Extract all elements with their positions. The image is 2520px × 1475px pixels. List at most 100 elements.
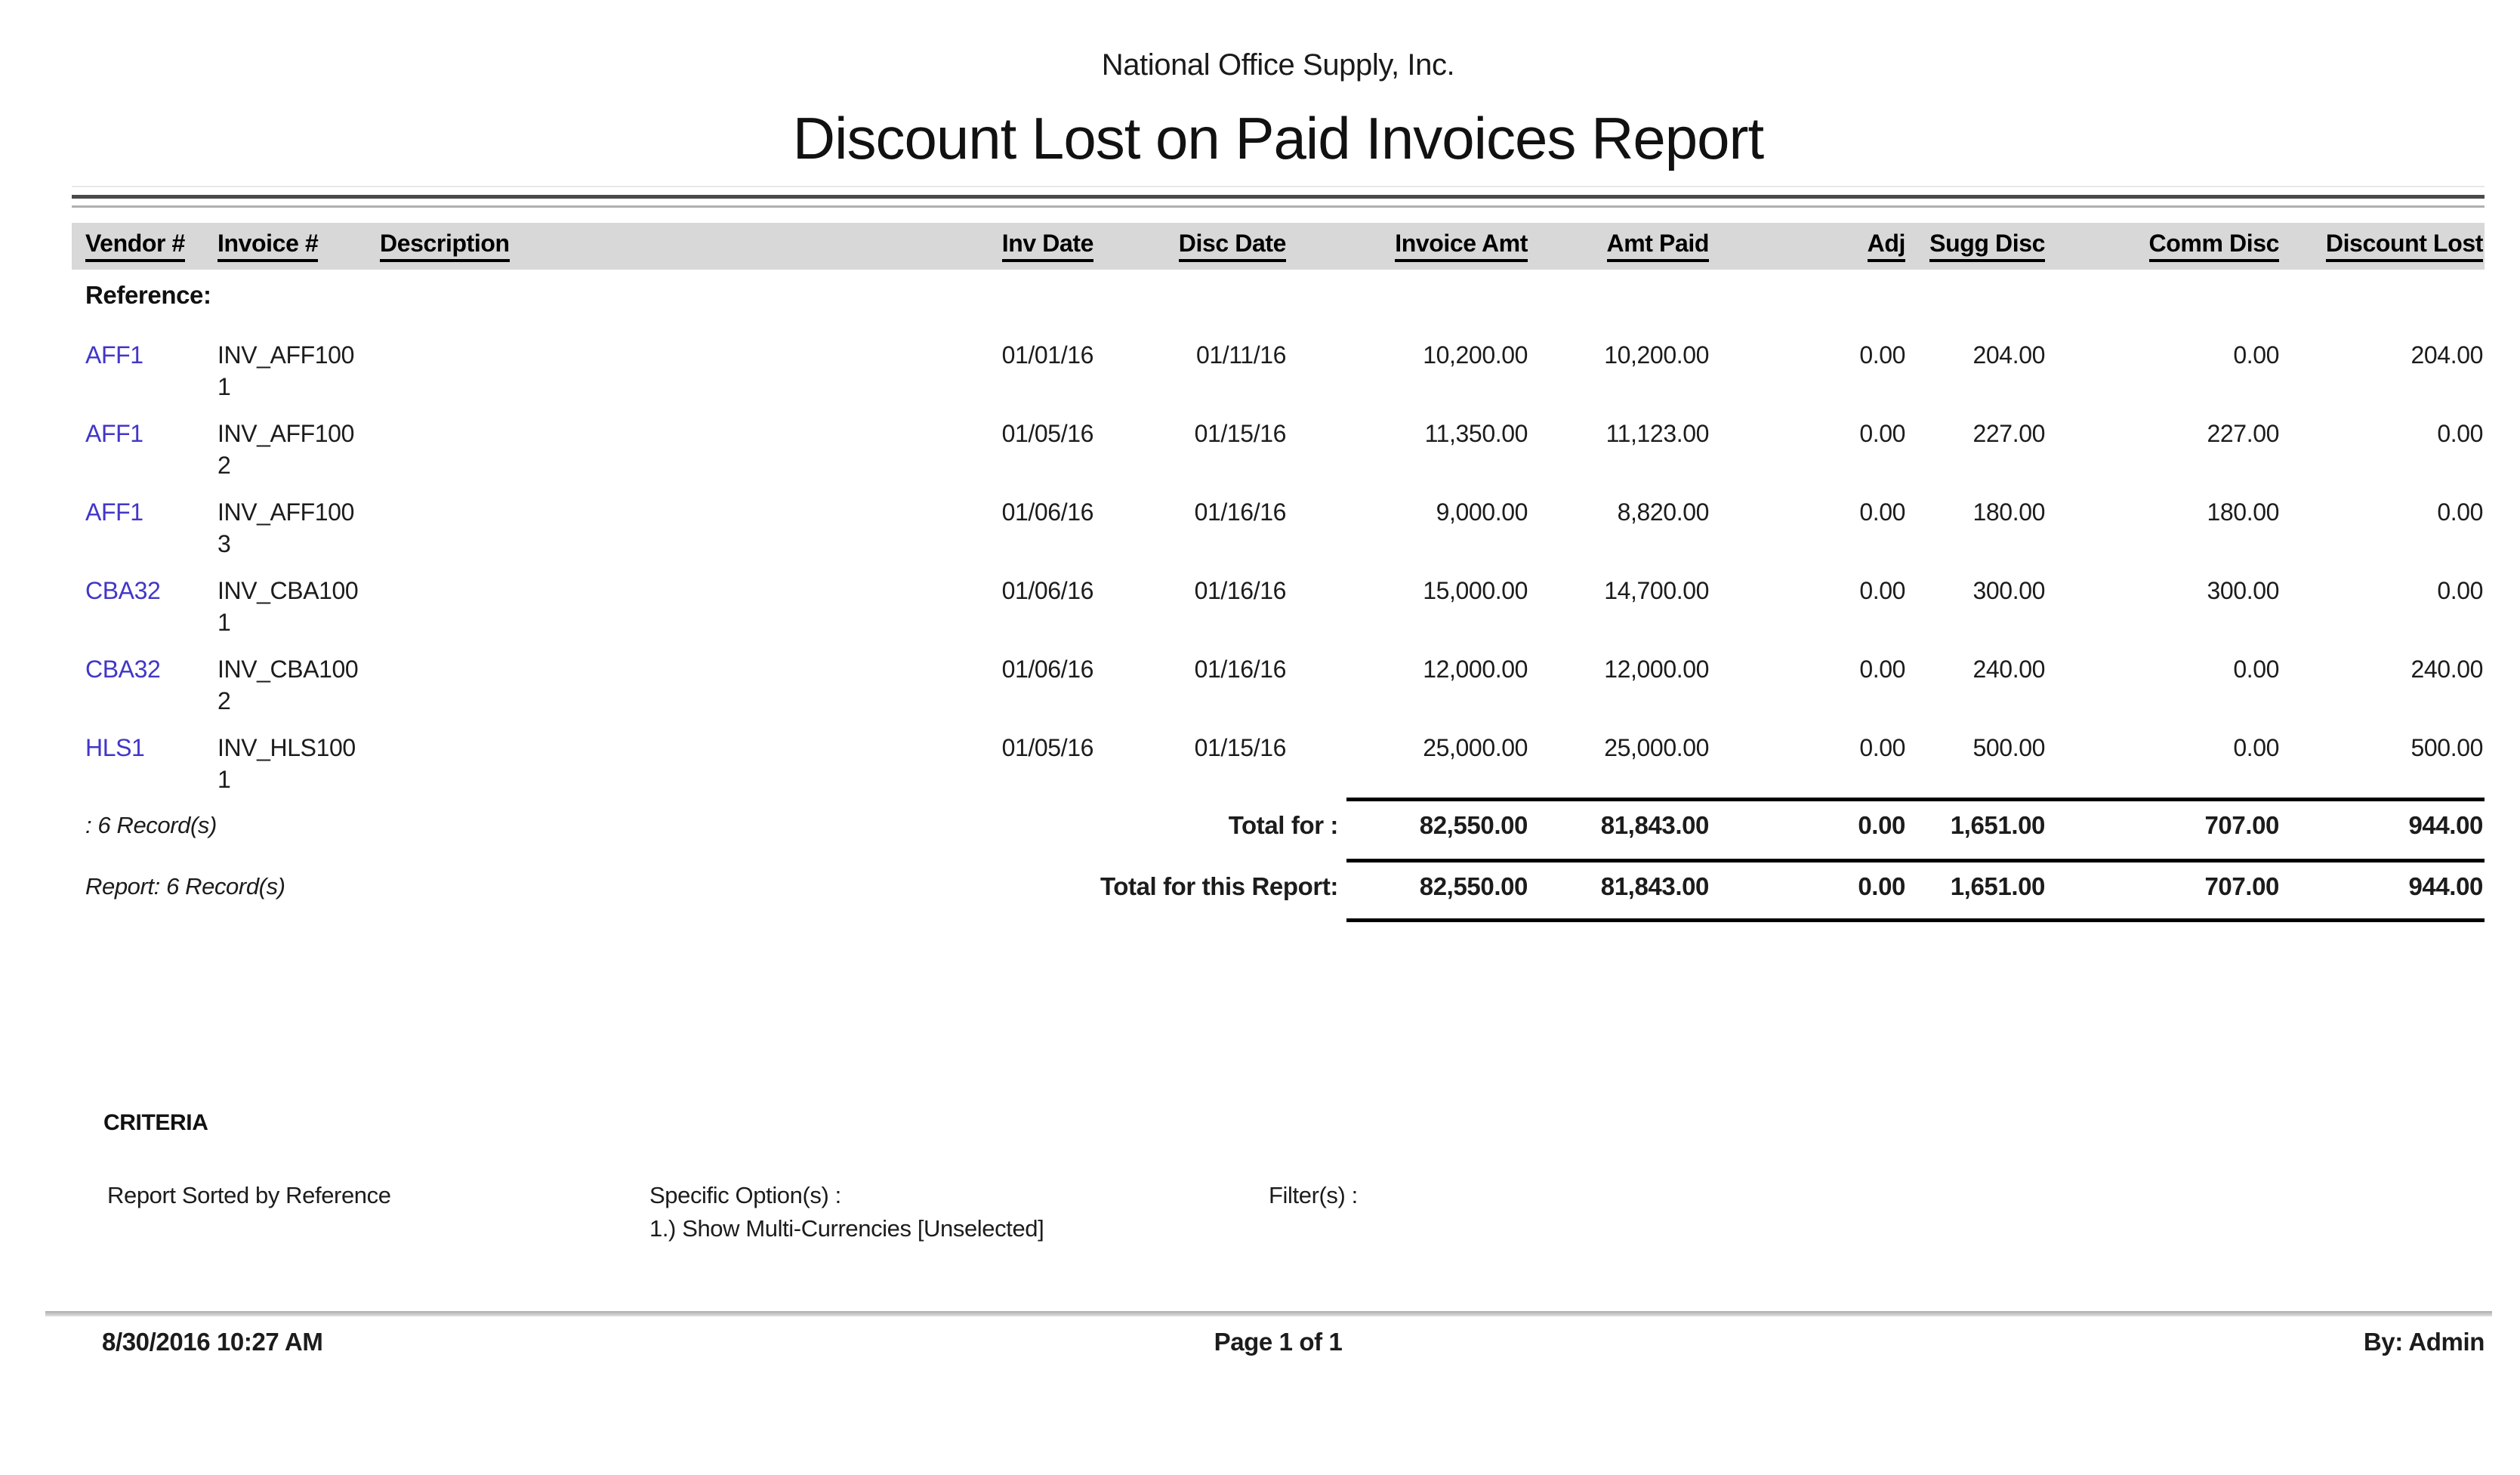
col-header-discount-lost: Discount Lost	[2279, 230, 2483, 270]
invoice-amt-cell: 10,200.00	[1286, 339, 1528, 415]
inv-date-cell: 01/01/16	[976, 339, 1093, 415]
vendor-link[interactable]: CBA32	[85, 653, 217, 729]
criteria-sort-text: Report Sorted by Reference	[107, 1182, 391, 1209]
report-total-values: 82,550.00 81,843.00 0.00 1,651.00 707.00…	[1286, 871, 2483, 903]
col-header-invoice-amt: Invoice Amt	[1286, 230, 1528, 270]
amt-paid-cell: 25,000.00	[1528, 732, 1709, 807]
group-total-discount-lost: 944.00	[2279, 810, 2483, 841]
comm-disc-cell: 0.00	[2045, 732, 2279, 807]
col-header-comm-disc: Comm Disc	[2045, 230, 2279, 270]
report-total-bottom-rule	[1346, 918, 2485, 922]
title-rule-dark	[72, 195, 2485, 199]
col-header-sugg-disc: Sugg Disc	[1905, 230, 2045, 270]
discount-lost-cell: 0.00	[2279, 496, 2483, 572]
report-total-amt-paid: 81,843.00	[1528, 871, 1709, 903]
comm-disc-cell: 0.00	[2045, 339, 2279, 415]
col-header-invoice: Invoice #	[217, 230, 380, 270]
disc-date-cell: 01/11/16	[1093, 339, 1286, 415]
description-cell	[380, 496, 976, 572]
table-header-row: Vendor # Invoice # Description Inv Date …	[72, 223, 2485, 270]
footer-page-number: Page 1 of 1	[72, 1328, 2485, 1356]
invoice-amt-cell: 25,000.00	[1286, 732, 1528, 807]
sugg-disc-cell: 240.00	[1905, 653, 2045, 729]
description-cell	[380, 418, 976, 493]
report-total-adj: 0.00	[1709, 871, 1905, 903]
report-record-count: Report: 6 Record(s)	[85, 871, 285, 903]
invoice-number: INV_AFF1002	[217, 418, 380, 493]
sugg-disc-cell: 180.00	[1905, 496, 2045, 572]
discount-lost-cell: 500.00	[2279, 732, 2483, 807]
amt-paid-cell: 10,200.00	[1528, 339, 1709, 415]
comm-disc-cell: 0.00	[2045, 653, 2279, 729]
vendor-link[interactable]: AFF1	[85, 339, 217, 415]
report-total-discount-lost: 944.00	[2279, 871, 2483, 903]
group-total-values: 82,550.00 81,843.00 0.00 1,651.00 707.00…	[1286, 810, 2483, 841]
criteria-filters-label: Filter(s) :	[1269, 1182, 1358, 1209]
disc-date-cell: 01/16/16	[1093, 575, 1286, 650]
invoice-amt-cell: 15,000.00	[1286, 575, 1528, 650]
amt-paid-cell: 12,000.00	[1528, 653, 1709, 729]
invoice-number: INV_HLS1001	[217, 732, 380, 807]
table-row: AFF1 INV_AFF1001 01/01/16 01/11/16 10,20…	[72, 336, 2485, 415]
criteria-option-1: 1.) Show Multi-Currencies [Unselected]	[649, 1215, 1044, 1242]
comm-disc-cell: 227.00	[2045, 418, 2279, 493]
group-label-reference: Reference:	[85, 281, 211, 310]
disc-date-cell: 01/15/16	[1093, 418, 1286, 493]
vendor-link[interactable]: AFF1	[85, 418, 217, 493]
amt-paid-cell: 14,700.00	[1528, 575, 1709, 650]
amt-paid-cell: 11,123.00	[1528, 418, 1709, 493]
report-total-invoice-amt: 82,550.00	[1286, 871, 1528, 903]
vendor-link[interactable]: CBA32	[85, 575, 217, 650]
sugg-disc-cell: 500.00	[1905, 732, 2045, 807]
adj-cell: 0.00	[1709, 653, 1905, 729]
description-cell	[380, 575, 976, 650]
vendor-link[interactable]: AFF1	[85, 496, 217, 572]
group-record-count: : 6 Record(s)	[85, 810, 217, 841]
inv-date-cell: 01/05/16	[976, 732, 1093, 807]
group-total-sugg-disc: 1,651.00	[1905, 810, 2045, 841]
inv-date-cell: 01/05/16	[976, 418, 1093, 493]
table-body: AFF1 INV_AFF1001 01/01/16 01/11/16 10,20…	[72, 336, 2485, 807]
amt-paid-cell: 8,820.00	[1528, 496, 1709, 572]
adj-cell: 0.00	[1709, 339, 1905, 415]
criteria-options-label: Specific Option(s) :	[649, 1182, 841, 1209]
vendor-link[interactable]: HLS1	[85, 732, 217, 807]
group-total-comm-disc: 707.00	[2045, 810, 2279, 841]
inv-date-cell: 01/06/16	[976, 653, 1093, 729]
footer-rule	[45, 1311, 2492, 1316]
discount-lost-cell: 204.00	[2279, 339, 2483, 415]
company-name: National Office Supply, Inc.	[72, 48, 2485, 82]
discount-lost-cell: 0.00	[2279, 418, 2483, 493]
group-total-adj: 0.00	[1709, 810, 1905, 841]
disc-date-cell: 01/16/16	[1093, 653, 1286, 729]
group-total-top-rule	[1346, 798, 2485, 801]
disc-date-cell: 01/15/16	[1093, 732, 1286, 807]
sugg-disc-cell: 204.00	[1905, 339, 2045, 415]
disc-date-cell: 01/16/16	[1093, 496, 1286, 572]
invoice-number: INV_CBA1002	[217, 653, 380, 729]
comm-disc-cell: 180.00	[2045, 496, 2279, 572]
title-rule-light	[72, 205, 2485, 208]
description-cell	[380, 732, 976, 807]
description-cell	[380, 653, 976, 729]
inv-date-cell: 01/06/16	[976, 575, 1093, 650]
col-header-adj: Adj	[1709, 230, 1905, 270]
report-page: National Office Supply, Inc. Discount Lo…	[0, 0, 2520, 1475]
invoice-amt-cell: 11,350.00	[1286, 418, 1528, 493]
table-row: CBA32 INV_CBA1001 01/06/16 01/16/16 15,0…	[72, 572, 2485, 650]
criteria-heading: CRITERIA	[103, 1110, 208, 1136]
invoice-number: INV_AFF1001	[217, 339, 380, 415]
col-header-inv-date: Inv Date	[976, 230, 1093, 270]
col-header-vendor: Vendor #	[85, 230, 217, 270]
sugg-disc-cell: 300.00	[1905, 575, 2045, 650]
col-header-description: Description	[380, 230, 976, 270]
description-cell	[380, 339, 976, 415]
report-total-sugg-disc: 1,651.00	[1905, 871, 2045, 903]
invoice-amt-cell: 9,000.00	[1286, 496, 1528, 572]
discount-lost-cell: 0.00	[2279, 575, 2483, 650]
adj-cell: 0.00	[1709, 496, 1905, 572]
sugg-disc-cell: 227.00	[1905, 418, 2045, 493]
report-title: Discount Lost on Paid Invoices Report	[72, 104, 2485, 173]
footer-user: By: Admin	[2364, 1328, 2485, 1356]
report-total-comm-disc: 707.00	[2045, 871, 2279, 903]
